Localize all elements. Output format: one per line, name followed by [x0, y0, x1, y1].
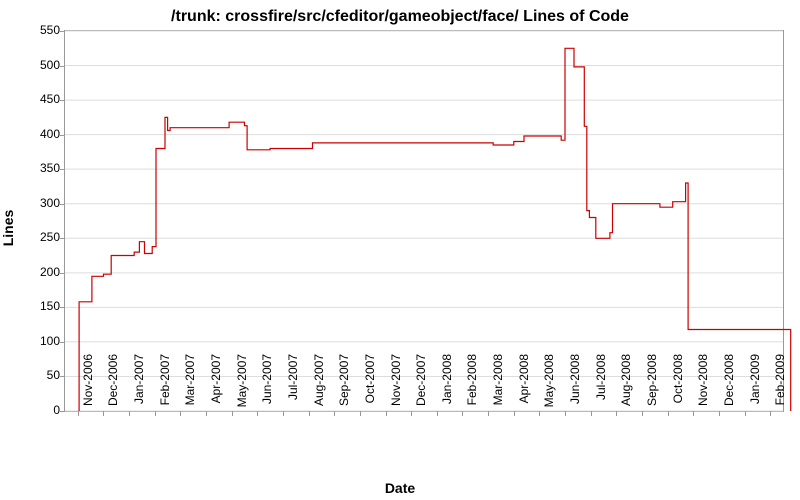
- x-tick-label: Jul-2008: [594, 354, 608, 414]
- y-tick-label: 550: [24, 23, 60, 37]
- x-tick-label: Oct-2008: [671, 354, 685, 414]
- x-tick-label: Sep-2008: [645, 354, 659, 414]
- x-tick-label: Dec-2006: [106, 354, 120, 414]
- x-tick-label: Nov-2006: [81, 354, 95, 414]
- x-tick-label: Feb-2007: [158, 354, 172, 414]
- x-tick-label: Aug-2007: [312, 354, 326, 414]
- y-tick-label: 450: [24, 92, 60, 106]
- x-tick-label: Aug-2008: [619, 354, 633, 414]
- x-tick-label: Nov-2008: [696, 354, 710, 414]
- y-tick-label: 50: [24, 368, 60, 382]
- x-tick-label: Jun-2007: [260, 354, 274, 414]
- x-axis-label: Date: [0, 480, 800, 496]
- x-tick-label: Jan-2008: [440, 354, 454, 414]
- x-tick-label: Oct-2007: [363, 354, 377, 414]
- y-tick-label: 350: [24, 161, 60, 175]
- x-tick-label: Jul-2007: [286, 354, 300, 414]
- y-tick-label: 200: [24, 265, 60, 279]
- x-tick-label: Dec-2007: [414, 354, 428, 414]
- y-tick-label: 250: [24, 230, 60, 244]
- x-tick-label: Dec-2008: [722, 354, 736, 414]
- y-tick-label: 300: [24, 196, 60, 210]
- y-axis-label: Lines: [0, 210, 16, 247]
- y-tick-label: 150: [24, 299, 60, 313]
- x-tick-label: Jun-2008: [568, 354, 582, 414]
- x-tick-label: Feb-2009: [773, 354, 787, 414]
- y-tick-label: 500: [24, 58, 60, 72]
- chart-title: /trunk: crossfire/src/cfeditor/gameobjec…: [0, 8, 800, 26]
- y-tick-label: 100: [24, 334, 60, 348]
- x-tick-label: Feb-2008: [465, 354, 479, 414]
- x-tick-label: Sep-2007: [337, 354, 351, 414]
- x-tick-label: May-2007: [235, 354, 249, 414]
- x-tick-label: Mar-2008: [491, 354, 505, 414]
- x-tick-label: Apr-2007: [209, 354, 223, 414]
- chart-container: /trunk: crossfire/src/cfeditor/gameobjec…: [0, 0, 800, 500]
- x-tick-label: Jan-2007: [132, 354, 146, 414]
- x-tick-label: Apr-2008: [517, 354, 531, 414]
- y-tick-label: 0: [24, 403, 60, 417]
- y-tick-label: 400: [24, 127, 60, 141]
- x-tick-label: Mar-2007: [183, 354, 197, 414]
- x-tick-label: Nov-2007: [389, 354, 403, 414]
- x-tick-label: Jan-2009: [748, 354, 762, 414]
- x-tick-label: May-2008: [542, 354, 556, 414]
